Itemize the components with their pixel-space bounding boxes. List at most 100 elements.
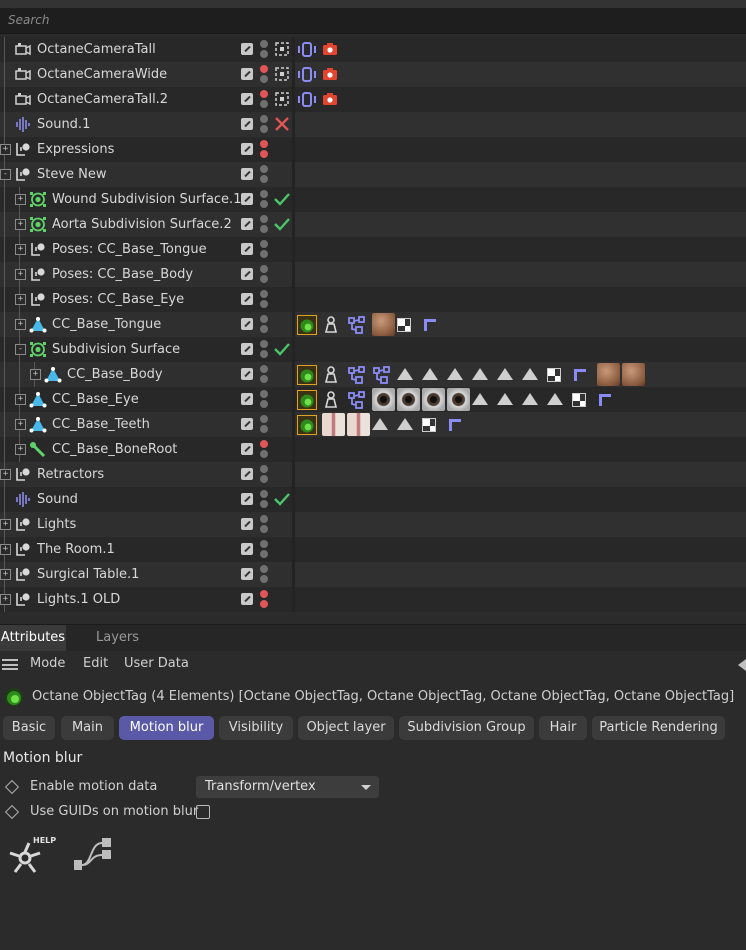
- object-name[interactable]: Sound: [37, 492, 78, 507]
- expand-icon[interactable]: +: [30, 369, 41, 380]
- render-visibility-dot[interactable]: [260, 375, 268, 383]
- selection-tag[interactable]: [447, 417, 461, 431]
- editor-visibility-dot[interactable]: [260, 415, 268, 423]
- enabled-check-icon[interactable]: [273, 190, 291, 208]
- object-row[interactable]: + CC_Base_Body: [0, 362, 746, 387]
- render-visibility-dot[interactable]: [260, 125, 268, 133]
- layer-edit-icon[interactable]: [241, 118, 253, 130]
- layer-edit-icon[interactable]: [241, 543, 253, 555]
- expand-icon[interactable]: +: [0, 569, 11, 580]
- object-row[interactable]: OctaneCameraTall.2: [0, 87, 746, 112]
- ptab-hair[interactable]: Hair: [539, 716, 587, 740]
- uvw-checker-tag[interactable]: [422, 418, 436, 432]
- skin-texture[interactable]: [597, 363, 620, 386]
- object-row[interactable]: + CC_Base_Eye: [0, 387, 746, 412]
- weight-tag[interactable]: [322, 390, 342, 410]
- object-name[interactable]: CC_Base_Eye: [52, 392, 139, 407]
- layer-edit-icon[interactable]: [241, 43, 253, 55]
- selection-tag[interactable]: [422, 317, 436, 331]
- layer-edit-icon[interactable]: [241, 193, 253, 205]
- selection-tag[interactable]: [572, 367, 586, 381]
- render-visibility-dot[interactable]: [260, 300, 268, 308]
- layer-edit-icon[interactable]: [241, 568, 253, 580]
- keyframe-diamond-icon[interactable]: [4, 804, 20, 820]
- layer-edit-icon[interactable]: [241, 143, 253, 155]
- object-row[interactable]: + Poses: CC_Base_Body: [0, 262, 746, 287]
- layer-edit-icon[interactable]: [241, 518, 253, 530]
- collapse-icon[interactable]: -: [15, 344, 26, 355]
- object-row[interactable]: + CC_Base_Teeth: [0, 412, 746, 437]
- editor-visibility-dot[interactable]: [260, 490, 268, 498]
- eye-texture[interactable]: [447, 388, 470, 411]
- tab-layers[interactable]: Layers: [89, 625, 146, 651]
- expand-icon[interactable]: +: [15, 219, 26, 230]
- object-row[interactable]: - Steve New: [0, 162, 746, 187]
- object-row[interactable]: + The Room.1: [0, 537, 746, 562]
- object-name[interactable]: The Room.1: [37, 542, 115, 557]
- render-visibility-dot[interactable]: [260, 450, 268, 458]
- layer-edit-icon[interactable]: [241, 468, 253, 480]
- object-row[interactable]: + CC_Base_Tongue: [0, 312, 746, 337]
- pose-morph-tag[interactable]: [347, 365, 367, 385]
- phong-tag[interactable]: [397, 418, 413, 430]
- render-camera-tag[interactable]: [321, 40, 341, 60]
- render-visibility-dot[interactable]: [260, 200, 268, 208]
- layer-edit-icon[interactable]: [241, 68, 253, 80]
- editor-visibility-dot[interactable]: [260, 265, 268, 273]
- search-input[interactable]: [6, 12, 710, 28]
- object-name[interactable]: Lights: [37, 517, 76, 532]
- editor-visibility-dot[interactable]: [260, 190, 268, 198]
- object-row[interactable]: OctaneCameraWide: [0, 62, 746, 87]
- menu-mode[interactable]: Mode: [30, 656, 65, 671]
- layer-edit-icon[interactable]: [241, 93, 253, 105]
- eye-texture[interactable]: [422, 388, 445, 411]
- render-visibility-dot[interactable]: [260, 250, 268, 258]
- object-name[interactable]: CC_Base_Teeth: [52, 417, 150, 432]
- phong-tag[interactable]: [522, 393, 538, 405]
- object-row[interactable]: + Lights: [0, 512, 746, 537]
- object-row[interactable]: + Poses: CC_Base_Eye: [0, 287, 746, 312]
- expand-icon[interactable]: +: [0, 594, 11, 605]
- editor-visibility-dot[interactable]: [260, 390, 268, 398]
- ptab-motion-blur[interactable]: Motion blur: [119, 716, 214, 740]
- render-visibility-dot[interactable]: [260, 75, 268, 83]
- menu-edit[interactable]: Edit: [83, 656, 108, 671]
- collapse-arrow-icon[interactable]: [738, 659, 746, 671]
- teeth-texture[interactable]: [322, 413, 345, 436]
- ptab-visibility[interactable]: Visibility: [219, 716, 293, 740]
- object-name[interactable]: Expressions: [37, 142, 114, 157]
- layer-edit-icon[interactable]: [241, 443, 253, 455]
- ptab-basic[interactable]: Basic: [3, 716, 55, 740]
- phong-tag[interactable]: [397, 368, 413, 380]
- render-camera-tag[interactable]: [321, 65, 341, 85]
- editor-visibility-dot[interactable]: [260, 515, 268, 523]
- expand-icon[interactable]: +: [0, 544, 11, 555]
- layer-edit-icon[interactable]: [241, 293, 253, 305]
- phong-tag[interactable]: [497, 368, 513, 380]
- object-name[interactable]: Sound.1: [37, 117, 90, 132]
- render-camera-tag[interactable]: [321, 90, 341, 110]
- selection-tag[interactable]: [597, 392, 611, 406]
- object-name[interactable]: Steve New: [37, 167, 107, 182]
- octane-help-icon[interactable]: HELP: [6, 834, 58, 878]
- camera-grid-icon[interactable]: [273, 90, 291, 108]
- layer-edit-icon[interactable]: [241, 343, 253, 355]
- object-row[interactable]: + Poses: CC_Base_Tongue: [0, 237, 746, 262]
- weight-tag[interactable]: [322, 315, 342, 335]
- object-name[interactable]: Poses: CC_Base_Tongue: [52, 242, 207, 257]
- octane-object-tag[interactable]: [297, 415, 317, 435]
- phong-tag[interactable]: [472, 368, 488, 380]
- phong-tag[interactable]: [372, 418, 388, 430]
- layer-edit-icon[interactable]: [241, 268, 253, 280]
- object-name[interactable]: OctaneCameraWide: [37, 67, 167, 82]
- phong-tag[interactable]: [422, 368, 438, 380]
- use-guids-checkbox[interactable]: [196, 805, 210, 819]
- editor-visibility-dot[interactable]: [260, 465, 268, 473]
- object-row[interactable]: + Aorta Subdivision Surface.2: [0, 212, 746, 237]
- render-visibility-dot[interactable]: [260, 100, 268, 108]
- octane-object-tag[interactable]: [297, 315, 317, 335]
- expand-icon[interactable]: +: [15, 194, 26, 205]
- editor-visibility-dot[interactable]: [260, 115, 268, 123]
- ptab-particle-rendering[interactable]: Particle Rendering: [592, 716, 725, 740]
- object-name[interactable]: Wound Subdivision Surface.1: [52, 192, 241, 207]
